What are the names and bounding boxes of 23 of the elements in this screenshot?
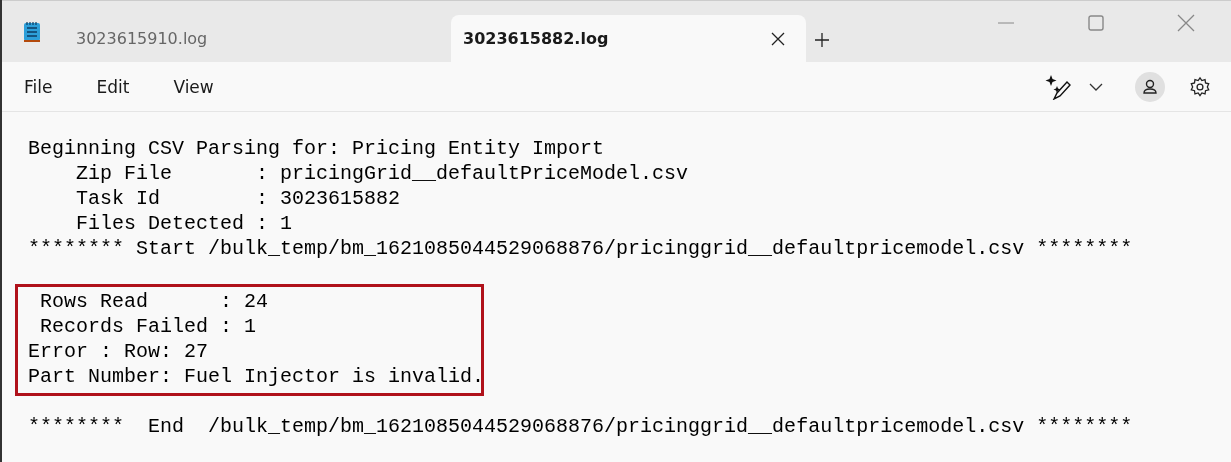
add-tab-icon[interactable] bbox=[814, 32, 830, 48]
log-line: Zip File : pricingGrid__defaultPriceModel.csv bbox=[75, 161, 690, 186]
tab[interactable]: 3023615910.log bbox=[76, 15, 451, 62]
person-icon[interactable] bbox=[1143, 78, 1157, 95]
log-line: Records Failed : 1 bbox=[39, 314, 258, 339]
menu-item[interactable]: Edit bbox=[96, 76, 130, 97]
log-line: ******** End /bulk_temp/bm_1621085044529068876/pricinggrid__defaultpricemodel.csv ******** bbox=[28, 414, 1134, 439]
close-icon[interactable] bbox=[770, 30, 786, 47]
menu-item[interactable]: View bbox=[173, 76, 214, 97]
log-line: Error : Row: 27 bbox=[28, 339, 210, 364]
caret-icon[interactable] bbox=[1089, 82, 1103, 91]
log-line: Rows Read : 24 bbox=[39, 289, 270, 314]
log-line: Beginning CSV Parsing for: Pricing Entity Import bbox=[28, 136, 606, 161]
sparkle-pen-icon[interactable] bbox=[1045, 73, 1071, 100]
account-button[interactable] bbox=[1135, 71, 1165, 102]
menu-item[interactable]: File bbox=[24, 76, 53, 97]
log-line: Files Detected : 1 bbox=[75, 211, 294, 236]
notepad-icon bbox=[22, 20, 42, 44]
log-line: Task Id : 3023615882 bbox=[75, 186, 402, 211]
log-line: ******** Start /bulk_temp/bm_1621085044529068876/pricinggrid__defaultpricemodel.csv ******** bbox=[28, 236, 1134, 261]
settings-icon[interactable] bbox=[1189, 75, 1211, 98]
log-line: Part Number: Fuel Injector is invalid. bbox=[28, 364, 481, 389]
tab[interactable]: 3023615882.log bbox=[451, 15, 806, 62]
